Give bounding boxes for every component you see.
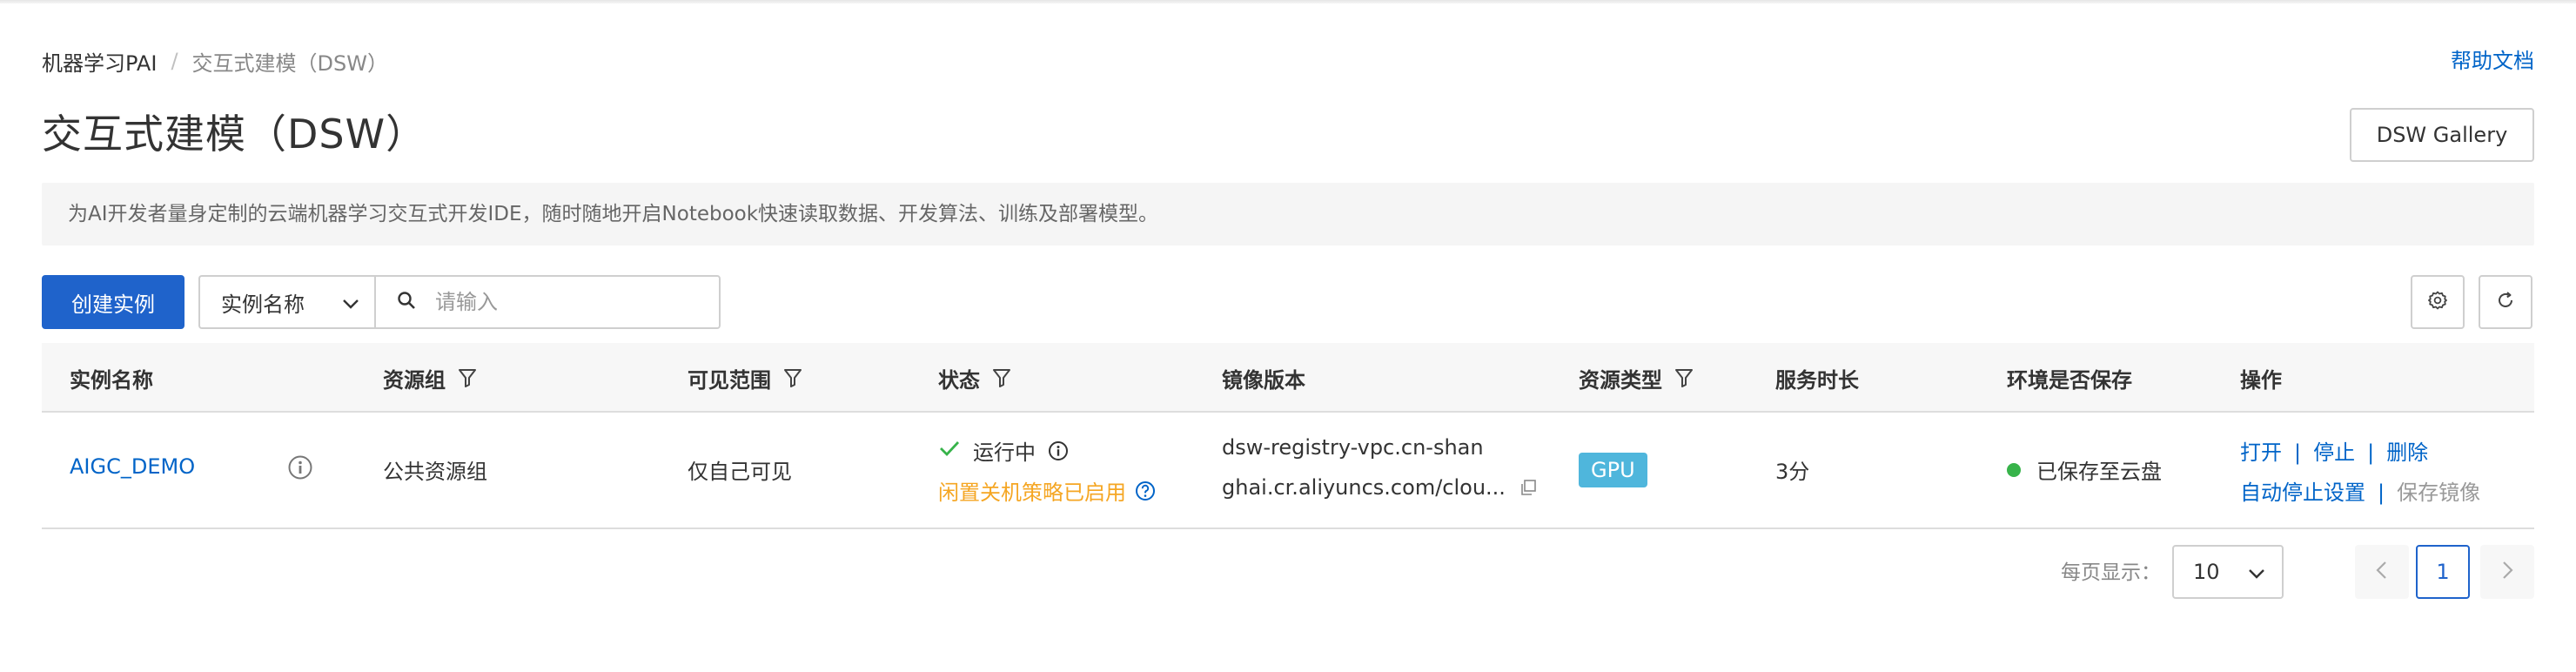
filter-icon[interactable] [458, 367, 477, 388]
search-input[interactable] [435, 290, 696, 314]
filter-icon[interactable] [992, 367, 1011, 388]
filter-icon[interactable] [1674, 367, 1694, 388]
open-action[interactable]: 打开 [2240, 440, 2282, 465]
check-icon [938, 439, 961, 463]
status-text: 运行中 [973, 440, 1036, 465]
per-page-label: 每页显示： [2061, 561, 2161, 584]
resource-group-cell: 公共资源组 [383, 460, 487, 484]
refresh-button[interactable] [2479, 275, 2532, 329]
dsw-gallery-button[interactable]: DSW Gallery [2350, 108, 2534, 162]
instances-table: 实例名称 资源组 可见范围 状态 镜像版本 资源类型 服务时长 环境是否保存 操… [42, 343, 2534, 529]
refresh-icon [2495, 290, 2516, 314]
action-separator: | [2378, 480, 2385, 505]
search-icon [397, 291, 416, 313]
chevron-down-icon [2245, 562, 2268, 590]
previous-page-button[interactable] [2355, 545, 2409, 599]
create-instance-button[interactable]: 创建实例 [42, 275, 184, 329]
breadcrumb: 机器学习PAI / 交互式建模（DSW） [42, 45, 388, 77]
breadcrumb-root[interactable]: 机器学习PAI [42, 46, 157, 77]
action-separator: | [2294, 440, 2302, 465]
column-header-name: 实例名称 [70, 367, 153, 393]
search-box [374, 275, 721, 329]
column-header-env-saved: 环境是否保存 [2007, 367, 2132, 393]
filter-icon[interactable] [783, 367, 802, 388]
breadcrumb-separator: / [171, 49, 178, 73]
delete-action[interactable]: 删除 [2386, 440, 2428, 465]
env-saved-text: 已保存至云盘 [2036, 460, 2162, 484]
env-saved-cell: 已保存至云盘 [2007, 454, 2162, 485]
help-docs-link[interactable]: 帮助文档 [2451, 45, 2534, 77]
column-header-actions: 操作 [2240, 367, 2282, 393]
table-header: 实例名称 资源组 可见范围 状态 镜像版本 资源类型 服务时长 环境是否保存 操… [42, 343, 2534, 413]
gpu-badge: GPU [1579, 453, 1647, 487]
column-header-visibility: 可见范围 [688, 343, 802, 413]
stop-action[interactable]: 停止 [2313, 440, 2355, 465]
current-page-button[interactable]: 1 [2416, 545, 2470, 599]
column-header-resource-type: 资源类型 [1579, 343, 1694, 413]
image-version-line2-wrap: ghai.cr.aliyuncs.com/clou... [1222, 475, 1537, 500]
chevron-down-icon [339, 292, 362, 320]
column-header-resource-group: 资源组 [383, 343, 477, 413]
visibility-cell: 仅自己可见 [688, 460, 792, 484]
help-circle-icon[interactable] [1135, 480, 1156, 501]
page-size-select[interactable]: 10 [2172, 545, 2284, 599]
column-header-image-version: 镜像版本 [1222, 367, 1305, 393]
instance-name-link[interactable]: AIGC_DEMO [70, 454, 195, 479]
search-field-select[interactable]: 实例名称 [198, 275, 376, 329]
column-header-duration: 服务时长 [1775, 367, 1859, 393]
page-description: 为AI开发者量身定制的云端机器学习交互式开发IDE，随时随地开启Notebook… [42, 183, 2534, 245]
auto-stop-settings-action[interactable]: 自动停止设置 [2240, 480, 2365, 505]
copy-icon[interactable] [1519, 479, 1537, 496]
breadcrumb-current: 交互式建模（DSW） [191, 50, 388, 76]
duration-cell: 3分 [1775, 460, 1810, 484]
image-version-line2: ghai.cr.aliyuncs.com/clou... [1222, 475, 1506, 500]
gear-icon [2427, 290, 2448, 314]
page-size-value: 10 [2193, 560, 2220, 584]
resource-type-cell: GPU [1579, 453, 1647, 487]
idle-shutdown-text: 闲置关机策略已启用 [938, 480, 1126, 505]
column-header-status: 状态 [938, 343, 1011, 413]
top-border [0, 0, 2576, 3]
table-row: AIGC_DEMO 公共资源组 仅自己可见 运行中 闲置关机策略已启用 dsw-… [42, 413, 2534, 529]
save-image-action: 保存镜像 [2397, 480, 2481, 505]
status-cell: 运行中 [938, 435, 1069, 466]
next-page-button[interactable] [2480, 545, 2534, 599]
chevron-left-icon [2372, 559, 2392, 585]
table-settings-button[interactable] [2411, 275, 2465, 329]
instance-info-icon[interactable] [287, 454, 313, 486]
chevron-right-icon [2498, 559, 2517, 585]
image-version-line1: dsw-registry-vpc.cn-shan [1222, 435, 1484, 460]
status-dot-icon [2007, 462, 2021, 477]
page-title: 交互式建模（DSW） [42, 111, 427, 158]
search-field-value: 实例名称 [221, 292, 305, 317]
actions-line2: 自动停止设置 | 保存镜像 [2240, 475, 2480, 506]
idle-shutdown-note: 闲置关机策略已启用 [938, 475, 1156, 506]
actions-line1: 打开 | 停止 | 删除 [2240, 435, 2428, 466]
action-separator: | [2367, 440, 2375, 465]
info-icon[interactable] [1048, 440, 1069, 461]
